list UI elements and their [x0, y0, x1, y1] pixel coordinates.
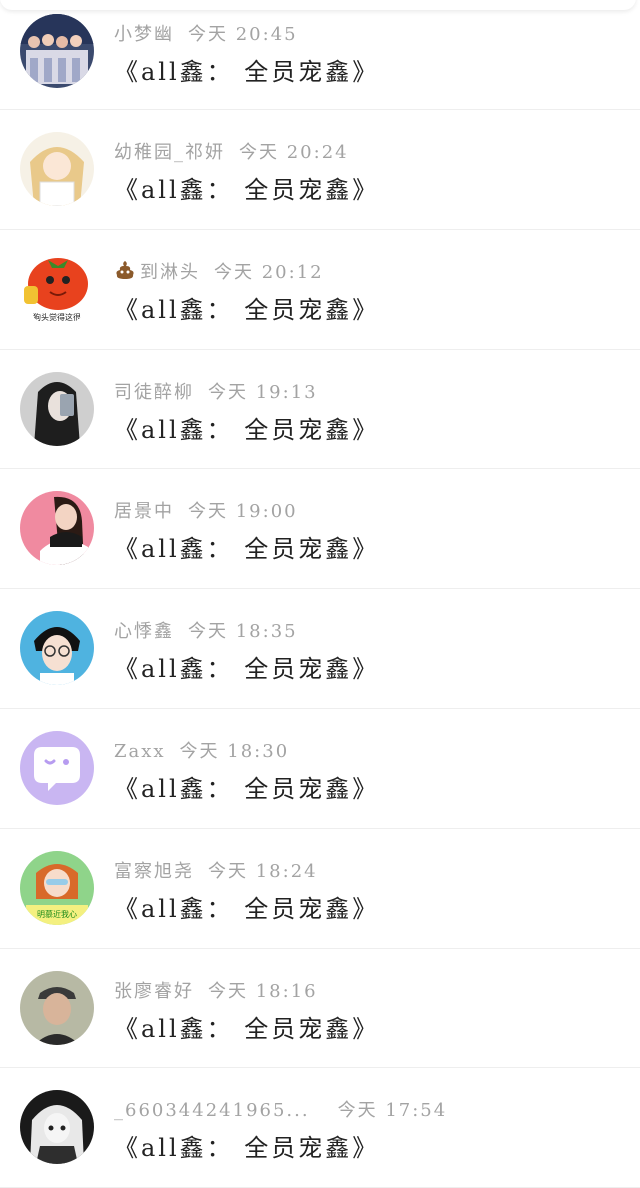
comment-meta: 心悸鑫 今天 18:35 [114, 617, 298, 643]
avatar[interactable] [20, 371, 94, 446]
comment-item[interactable]: 狗头觉得这很 到淋头 今天 20:12 《all鑫： 全员宠鑫》 [0, 230, 640, 350]
boy-glasses-icon [20, 611, 94, 686]
comment-meta: 居景中 今天 19:00 [114, 497, 298, 523]
timestamp: 今天 20:45 [188, 24, 298, 45]
avatar[interactable] [20, 970, 94, 1045]
comment-text: 《all鑫： 全员宠鑫》 [114, 1014, 380, 1043]
comment-text: 《all鑫： 全员宠鑫》 [114, 58, 380, 86]
avatar[interactable] [20, 1090, 94, 1165]
poop-emoji-icon [116, 260, 134, 279]
girl-green-icon: 明慕近我心 [20, 850, 94, 925]
avatar[interactable] [20, 491, 94, 566]
comment-text: 《all鑫： 全员宠鑫》 [114, 1134, 380, 1163]
comment-meta: 富察旭尧 今天 18:24 [114, 857, 318, 883]
username[interactable]: 幼稚园_祁妍 [114, 142, 225, 163]
comment-text: 《all鑫： 全员宠鑫》 [114, 894, 380, 923]
comment-text: 《all鑫： 全员宠鑫》 [114, 176, 380, 204]
timestamp: 今天 18:24 [208, 860, 318, 882]
comment-meta: 小梦幽 今天 20:45 [114, 20, 298, 46]
comment-item[interactable]: 小梦幽 今天 20:45 《all鑫： 全员宠鑫》 [0, 0, 640, 110]
comment-item[interactable]: 司徒醉柳 今天 19:13 《all鑫： 全员宠鑫》 [0, 350, 640, 470]
chat-bubble-default-icon [20, 730, 94, 805]
timestamp: 今天 18:35 [188, 621, 298, 643]
comment-text: 《all鑫： 全员宠鑫》 [114, 295, 380, 324]
anime-bw-icon [20, 1090, 94, 1165]
comment-item[interactable]: 张廖睿好 今天 18:16 《all鑫： 全员宠鑫》 [0, 949, 640, 1069]
avatar[interactable] [20, 132, 94, 206]
comment-list: 小梦幽 今天 20:45 《all鑫： 全员宠鑫》 幼稚园_祁妍 今天 20:24 … [0, 0, 640, 1188]
timestamp: 今天 19:00 [188, 501, 298, 523]
avatar[interactable] [20, 730, 94, 805]
woman-pink-icon [20, 491, 94, 566]
avatar-caption: 明慕近我心 [37, 909, 77, 919]
comment-meta: 到淋头 今天 20:12 [114, 258, 324, 284]
group-photo-icon [20, 14, 94, 88]
timestamp: 今天 17:54 [337, 1100, 448, 1122]
avatar[interactable] [20, 611, 94, 686]
comment-meta: 幼稚园_祁妍 今天 20:24 [114, 138, 349, 164]
comment-meta: _6603442419​65... 今天 17:54 [114, 1096, 447, 1122]
avatar[interactable]: 狗头觉得这很 [20, 251, 94, 326]
username[interactable]: 张廖睿好 [114, 981, 194, 1002]
timestamp: 今天 18:30 [179, 740, 290, 762]
timestamp: 今天 20:24 [239, 142, 349, 163]
comment-item[interactable]: 幼稚园_祁妍 今天 20:24 《all鑫： 全员宠鑫》 [0, 110, 640, 230]
avatar-caption: 狗头觉得这很 [33, 312, 81, 322]
timestamp: 今天 19:13 [208, 381, 318, 403]
username[interactable]: 小梦幽 [114, 24, 174, 45]
avatar[interactable] [20, 14, 94, 88]
username[interactable]: 心悸鑫 [114, 621, 174, 642]
comment-text: 《all鑫： 全员宠鑫》 [114, 415, 380, 444]
comment-text: 《all鑫： 全员宠鑫》 [114, 655, 380, 684]
username[interactable]: 富察旭尧 [114, 861, 194, 882]
username[interactable]: Zaxx [114, 741, 166, 762]
comment-item[interactable]: 居景中 今天 19:00 《all鑫： 全员宠鑫》 [0, 469, 640, 590]
comment-item[interactable]: 明慕近我心 富察旭尧 今天 18:24 《all鑫： 全员宠鑫》 [0, 829, 640, 949]
username[interactable]: _6603442419​65... [114, 1100, 310, 1121]
avatar[interactable]: 明慕近我心 [20, 850, 94, 925]
anime-girl-icon [20, 132, 94, 206]
tomato-thumbs-up-icon: 狗头觉得这很 [20, 251, 94, 326]
comment-meta: Zaxx 今天 18:30 [114, 737, 289, 763]
username[interactable]: 到淋头 [140, 262, 200, 283]
comment-text: 《all鑫： 全员宠鑫》 [114, 774, 380, 803]
username[interactable]: 司徒醉柳 [114, 382, 194, 403]
comment-item[interactable]: 心悸鑫 今天 18:35 《all鑫： 全员宠鑫》 [0, 589, 640, 709]
username[interactable]: 居景中 [114, 501, 174, 522]
timestamp: 今天 18:16 [208, 980, 318, 1002]
comment-meta: 司徒醉柳 今天 19:13 [114, 378, 318, 404]
comment-item[interactable]: _6603442419​65... 今天 17:54 《all鑫： 全员宠鑫》 [0, 1068, 640, 1188]
comment-text: 《all鑫： 全员宠鑫》 [114, 535, 380, 564]
girl-phone-icon [20, 371, 94, 446]
man-cap-icon [20, 970, 94, 1045]
comment-item[interactable]: Zaxx 今天 18:30 《all鑫： 全员宠鑫》 [0, 709, 640, 829]
timestamp: 今天 20:12 [214, 261, 324, 283]
comment-meta: 张廖睿好 今天 18:16 [114, 977, 318, 1003]
